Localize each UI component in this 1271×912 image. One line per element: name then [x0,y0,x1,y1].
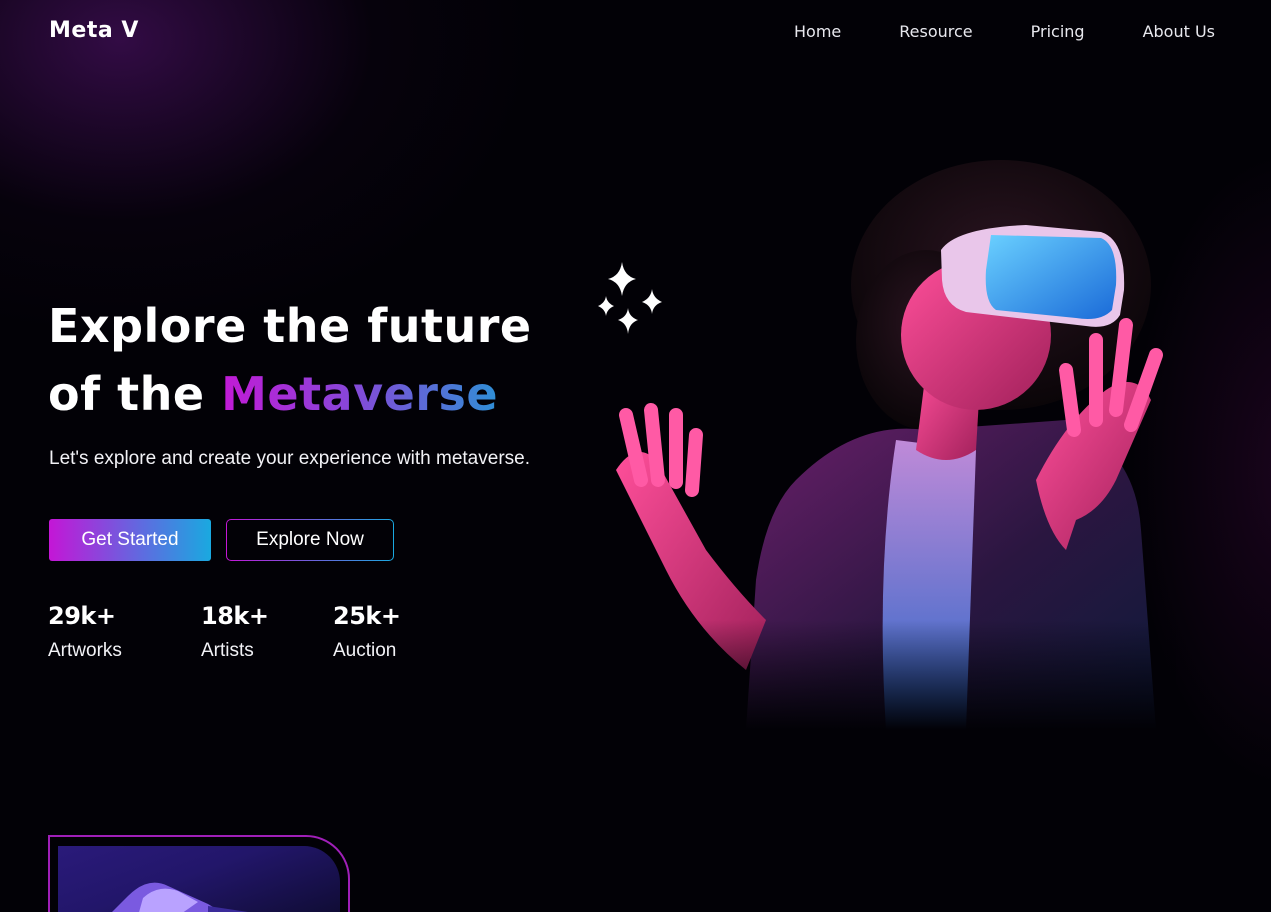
stat-label: Auction [333,640,397,661]
stat-artworks: 29k+ Artworks [48,602,122,662]
nav-resource[interactable]: Resource [899,22,972,41]
nav-pricing[interactable]: Pricing [1031,22,1085,41]
nav-home[interactable]: Home [794,22,841,41]
vr-headset-person-image [596,160,1176,730]
landing-page: Meta V Home Resource Pricing About Us Ex… [0,0,1271,912]
nav-about-us[interactable]: About Us [1143,22,1215,41]
hero-title: Explore the future of the Metaverse [48,292,532,428]
hero-title-line1: Explore the future [48,299,532,353]
logo[interactable]: Meta V [49,18,139,43]
main-nav: Home Resource Pricing About Us [794,22,1215,41]
stat-value: 29k+ [48,602,116,630]
hero-title-line2-prefix: of the [48,367,222,421]
vr-headset-image [112,882,248,912]
sparkles-icon [598,262,662,334]
explore-now-button[interactable]: Explore Now [226,519,394,561]
featured-card[interactable] [48,835,350,912]
card-image-frame [58,846,340,912]
hero-subtitle: Let's explore and create your experience… [49,448,530,469]
stat-label: Artists [201,640,254,661]
stat-auction: 25k+ Auction [333,602,401,662]
stat-artists: 18k+ Artists [201,602,269,662]
get-started-button[interactable]: Get Started [49,519,211,561]
stat-label: Artworks [48,640,122,661]
stat-value: 25k+ [333,602,401,630]
hero-title-accent: Metaverse [221,367,499,421]
stat-value: 18k+ [201,602,269,630]
